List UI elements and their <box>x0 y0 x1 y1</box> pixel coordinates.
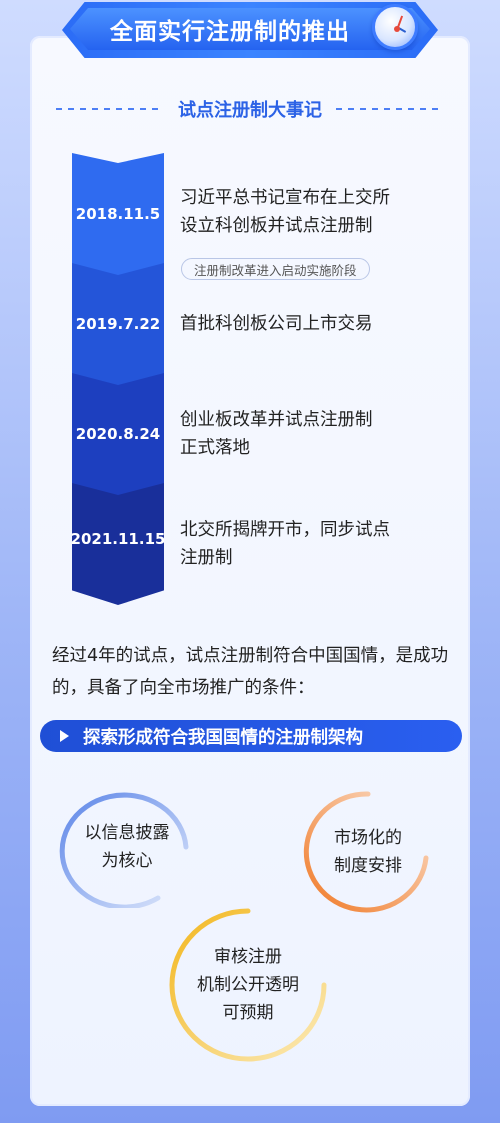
feature-circle-label: 市场化的 制度安排 <box>334 828 402 876</box>
timeline-date: 2021.11.15 <box>70 530 166 548</box>
summary-paragraph: 经过4年的试点，试点注册制符合中国国情，是成功的，具备了向全市场推广的条件： <box>52 646 449 698</box>
page: 全面实行注册制的推出 试点注册制大事记 2018.11.5 2019.7.22 … <box>0 0 500 1123</box>
section-subtitle-row: 试点注册制大事记 <box>56 96 444 122</box>
section-pill: 探索形成符合我国国情的注册制架构 <box>40 720 462 752</box>
feature-circle-label: 审核注册 机制公开透明 可预期 <box>197 947 299 1023</box>
timeline-event-text: 习近平总书记宣布在上交所 设立科创板并试点注册制 <box>180 188 390 236</box>
page-title: 全面实行注册制的推出 <box>110 19 350 45</box>
clock-icon <box>372 4 418 50</box>
divider <box>336 108 444 110</box>
timeline-date-block: 2019.7.22 <box>72 263 164 385</box>
timeline-event-text: 创业板改革并试点注册制 正式落地 <box>180 410 373 458</box>
timeline-date-block: 2020.8.24 <box>72 373 164 495</box>
timeline-event-text: 北交所揭牌开市，同步试点 注册制 <box>180 520 390 568</box>
section-pill-label: 探索形成符合我国国情的注册制架构 <box>83 727 363 748</box>
play-triangle-icon <box>60 730 69 742</box>
feature-circle: 审核注册 机制公开透明 可预期 <box>166 905 330 1065</box>
timeline-date-block: 2018.11.5 <box>72 153 164 275</box>
timeline-date: 2018.11.5 <box>75 205 161 223</box>
feature-circle: 市场化的 制度安排 <box>302 788 434 916</box>
feature-circle-label: 以信息披露 为核心 <box>84 823 170 871</box>
timeline-badge: 注册制改革进入启动实施阶段 <box>181 258 370 280</box>
timeline-date: 2020.8.24 <box>75 425 161 443</box>
section-subtitle: 试点注册制大事记 <box>178 100 322 121</box>
timeline-date: 2019.7.22 <box>75 315 161 333</box>
divider <box>56 108 164 110</box>
feature-circle: 以信息披露 为核心 <box>58 786 196 908</box>
timeline-event-text: 首批科创板公司上市交易 <box>180 314 373 334</box>
timeline-date-block: 2021.11.15 <box>72 483 164 605</box>
